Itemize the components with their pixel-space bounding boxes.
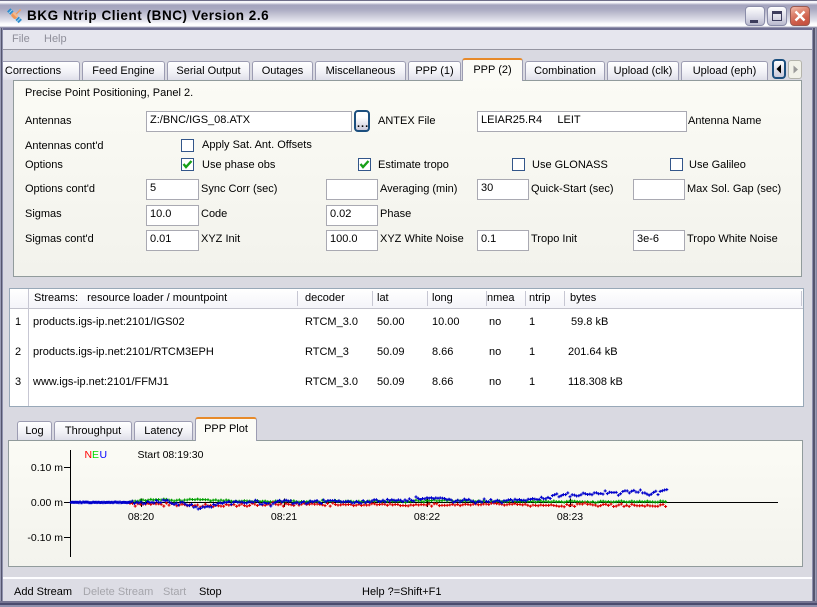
svg-text:-0.10 m: -0.10 m xyxy=(27,532,63,544)
svg-text:N: N xyxy=(85,449,93,461)
svg-text:Start 08:19:30: Start 08:19:30 xyxy=(138,449,204,461)
svg-text:0.10 m: 0.10 m xyxy=(31,462,63,474)
svg-text:08:21: 08:21 xyxy=(271,511,297,523)
svg-text:08:22: 08:22 xyxy=(414,511,440,523)
svg-text:E: E xyxy=(92,449,99,461)
svg-text:U: U xyxy=(100,449,108,461)
svg-text:0.00 m: 0.00 m xyxy=(31,497,63,509)
svg-text:08:23: 08:23 xyxy=(557,511,583,523)
svg-text:08:20: 08:20 xyxy=(128,511,154,523)
